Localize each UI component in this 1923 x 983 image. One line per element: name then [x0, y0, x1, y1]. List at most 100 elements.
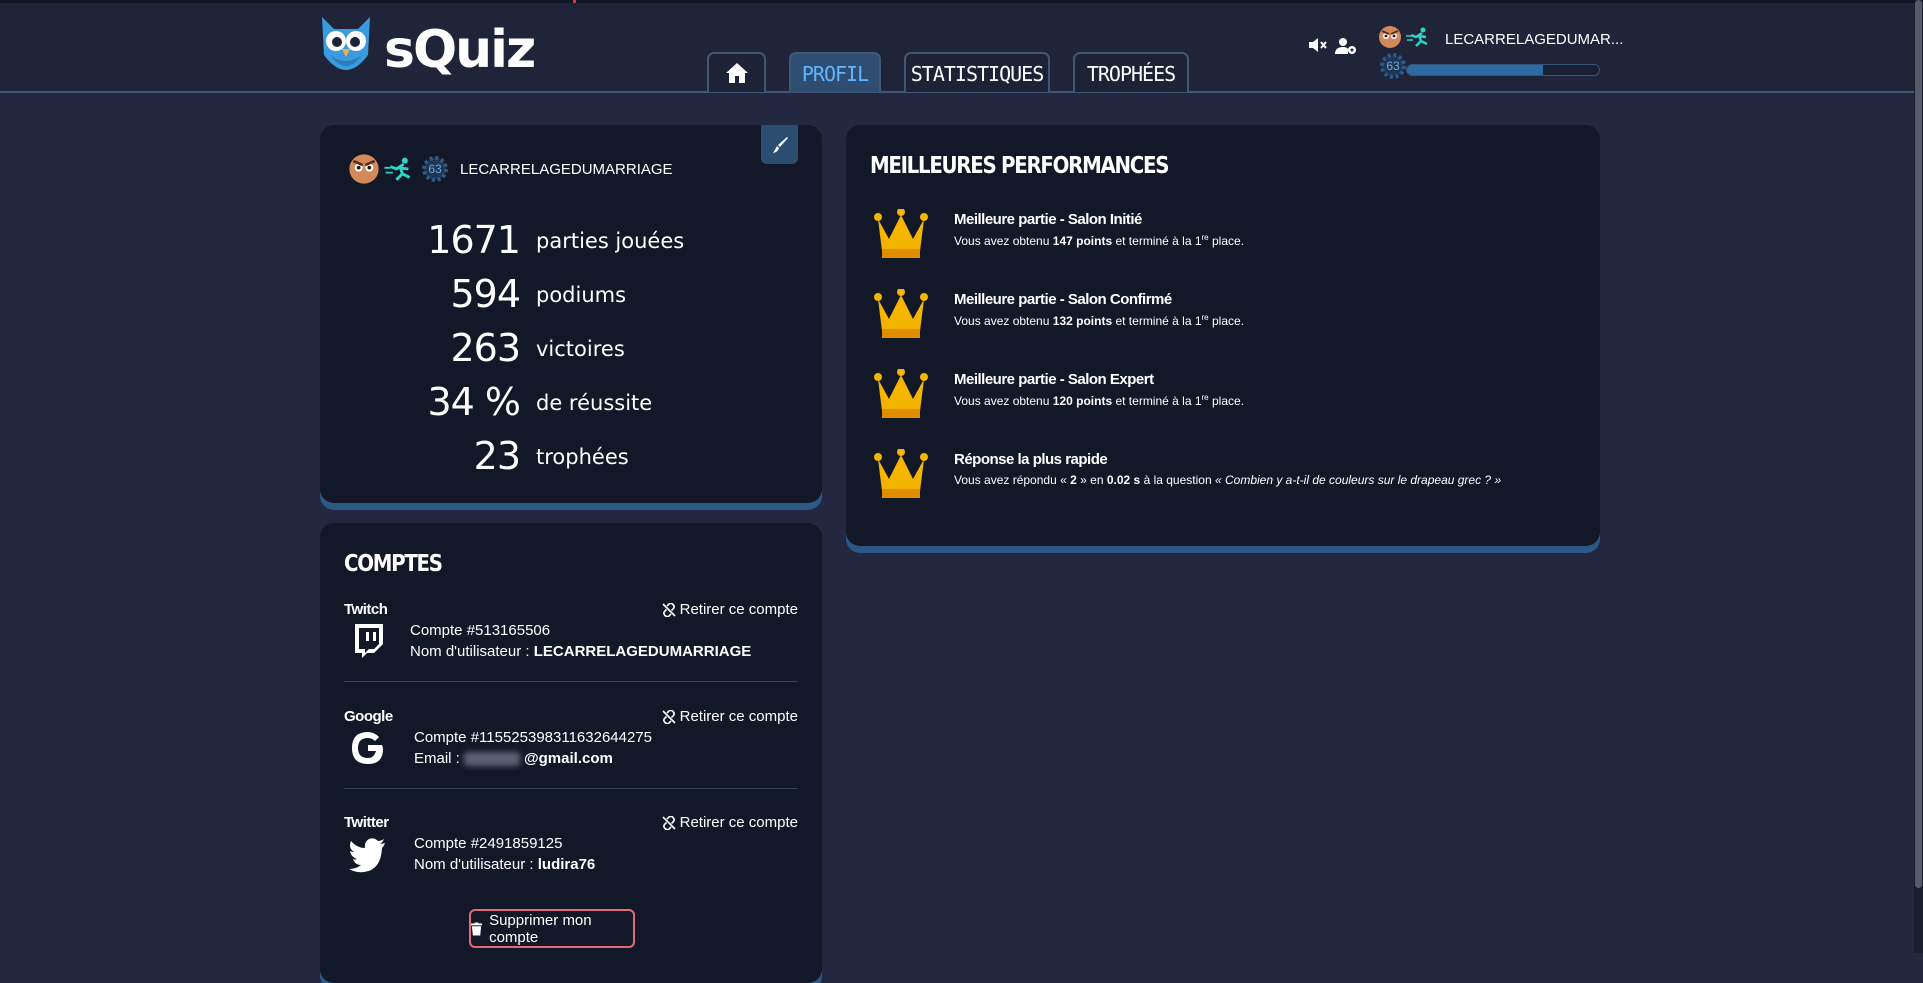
stat-value: 594	[450, 272, 521, 316]
account-id: Compte #115525398311632644275	[414, 729, 652, 746]
user-settings-icon[interactable]	[1335, 37, 1357, 55]
performance-description: Vous avez répondu « 2 » en 0.02 s à la q…	[954, 473, 1501, 487]
avatar	[349, 154, 379, 184]
field-label: Nom d'utilisateur :	[414, 856, 534, 873]
mute-icon[interactable]	[1308, 37, 1328, 53]
performance-item: Meilleure partie - Salon Initié Vous ave…	[872, 209, 1572, 265]
field-label: Email :	[414, 750, 460, 767]
remove-account-button[interactable]: Retirer ce compte	[662, 814, 798, 831]
app-header: sQuiz PROFIL STATISTIQUES TROPHÉES LECAR…	[0, 3, 1923, 93]
header-level: 63	[1386, 59, 1400, 73]
desc-sup: re	[1201, 393, 1209, 402]
twitter-icon	[349, 838, 385, 873]
desc-question: « Combien y a-t-il de couleurs sur le dr…	[1214, 473, 1502, 487]
remove-account-label: Retirer ce compte	[679, 708, 798, 725]
unlink-icon	[662, 709, 676, 724]
field-value: ludira76	[537, 856, 596, 873]
level-badge: 63	[1378, 51, 1408, 81]
desc-text: place.	[1211, 234, 1245, 248]
field-value: LECARRELAGEDUMARRIAGE	[533, 643, 752, 660]
stat-victoires: 263 victoires	[320, 328, 822, 368]
stat-value: 34 %	[427, 380, 521, 424]
divider	[344, 788, 798, 789]
crown-icon	[874, 289, 928, 338]
performances-card: MEILLEURES PERFORMANCES Meilleure partie…	[846, 125, 1600, 546]
google-icon	[352, 732, 383, 764]
stat-reussite: 34 % de réussite	[320, 382, 822, 422]
desc-text: place.	[1211, 314, 1245, 328]
stat-label: podiums	[536, 283, 627, 307]
unlink-icon	[662, 602, 676, 617]
header-user[interactable]: LECARRELAGEDUMAR... 63	[1378, 25, 1623, 81]
account-google: Google Retirer ce compte Compte #1155253…	[344, 708, 798, 789]
performance-description: Vous avez obtenu 147 points et terminé à…	[954, 233, 1244, 248]
stat-value: 1671	[427, 218, 521, 262]
unlink-icon	[662, 815, 676, 830]
header-username: LECARRELAGEDUMAR...	[1445, 31, 1624, 48]
desc-text: Vous avez obtenu	[954, 234, 1050, 248]
desc-time: 0.02 s	[1106, 473, 1141, 487]
owl-logo-icon[interactable]	[318, 15, 374, 81]
accounts-card: COMPTES Twitch Retirer ce compte Compte …	[320, 523, 822, 983]
stat-label: parties jouées	[536, 229, 685, 253]
twitch-icon	[355, 624, 383, 658]
accounts-title: COMPTES	[344, 551, 443, 577]
brush-icon	[772, 136, 788, 153]
performance-title: Meilleure partie - Salon Confirmé	[954, 291, 1172, 308]
stat-podiums: 594 podiums	[320, 274, 822, 314]
performances-title: MEILLEURES PERFORMANCES	[870, 153, 1169, 179]
remove-account-button[interactable]: Retirer ce compte	[662, 601, 798, 618]
edit-profile-button[interactable]	[761, 125, 798, 164]
page-scrollbar[interactable]	[1914, 0, 1923, 953]
brand-name[interactable]: sQuiz	[384, 17, 536, 83]
delete-account-button[interactable]: Supprimer mon compte	[469, 909, 635, 948]
tab-statistiques[interactable]: STATISTIQUES	[904, 52, 1050, 92]
xp-progress-bar	[1406, 64, 1600, 76]
profile-username: LECARRELAGEDUMARRIAGE	[460, 161, 673, 178]
account-twitter: Twitter Retirer ce compte Compte #249185…	[344, 814, 798, 894]
delete-account-label: Supprimer mon compte	[489, 911, 592, 946]
performance-item-fastest: Réponse la plus rapide Vous avez répondu…	[872, 449, 1572, 505]
performance-item: Meilleure partie - Salon Expert Vous ave…	[872, 369, 1572, 425]
stat-value: 263	[450, 326, 521, 370]
profile-level: 63	[428, 162, 442, 176]
desc-text: place.	[1211, 394, 1245, 408]
stat-label: de réussite	[536, 391, 653, 415]
performance-item: Meilleure partie - Salon Confirmé Vous a…	[872, 289, 1572, 345]
account-twitch: Twitch Retirer ce compte Compte #5131655…	[344, 601, 798, 682]
crown-icon	[874, 449, 928, 498]
account-provider: Twitter	[344, 814, 389, 831]
crown-icon	[874, 209, 928, 258]
home-icon	[725, 63, 748, 83]
desc-text: à la question	[1143, 473, 1212, 487]
tab-home[interactable]	[707, 52, 766, 92]
field-value: @gmail.com	[524, 750, 613, 767]
desc-text: et terminé à la 1	[1115, 314, 1202, 328]
performance-title: Réponse la plus rapide	[954, 451, 1108, 468]
desc-answer: 2	[1070, 473, 1077, 487]
performance-description: Vous avez obtenu 132 points et terminé à…	[954, 313, 1244, 328]
tab-profil[interactable]: PROFIL	[789, 52, 881, 92]
xp-progress-fill	[1407, 65, 1544, 75]
remove-account-label: Retirer ce compte	[679, 601, 798, 618]
desc-text: et terminé à la 1	[1115, 234, 1202, 248]
blurred-email	[464, 752, 521, 767]
level-badge: 63	[420, 154, 450, 184]
account-username: Nom d'utilisateur : ludira76	[414, 856, 595, 873]
account-email: Email : @gmail.com	[414, 750, 613, 767]
desc-text: Vous avez obtenu	[954, 314, 1050, 328]
trash-icon	[471, 922, 483, 935]
remove-account-label: Retirer ce compte	[679, 814, 798, 831]
desc-points: 147 points	[1052, 234, 1113, 248]
remove-account-button[interactable]: Retirer ce compte	[662, 708, 798, 725]
desc-text: Vous avez répondu «	[954, 473, 1067, 487]
stat-trophees: 23 trophées	[320, 436, 822, 476]
desc-text: Vous avez obtenu	[954, 394, 1050, 408]
scrollbar-thumb[interactable]	[1915, 0, 1922, 888]
account-id: Compte #513165506	[410, 622, 551, 639]
performance-title: Meilleure partie - Salon Expert	[954, 371, 1154, 388]
tab-trophees[interactable]: TROPHÉES	[1073, 52, 1189, 92]
field-label: Nom d'utilisateur :	[410, 643, 530, 660]
runner-badge-icon	[384, 157, 411, 181]
desc-text: et terminé à la 1	[1115, 394, 1202, 408]
